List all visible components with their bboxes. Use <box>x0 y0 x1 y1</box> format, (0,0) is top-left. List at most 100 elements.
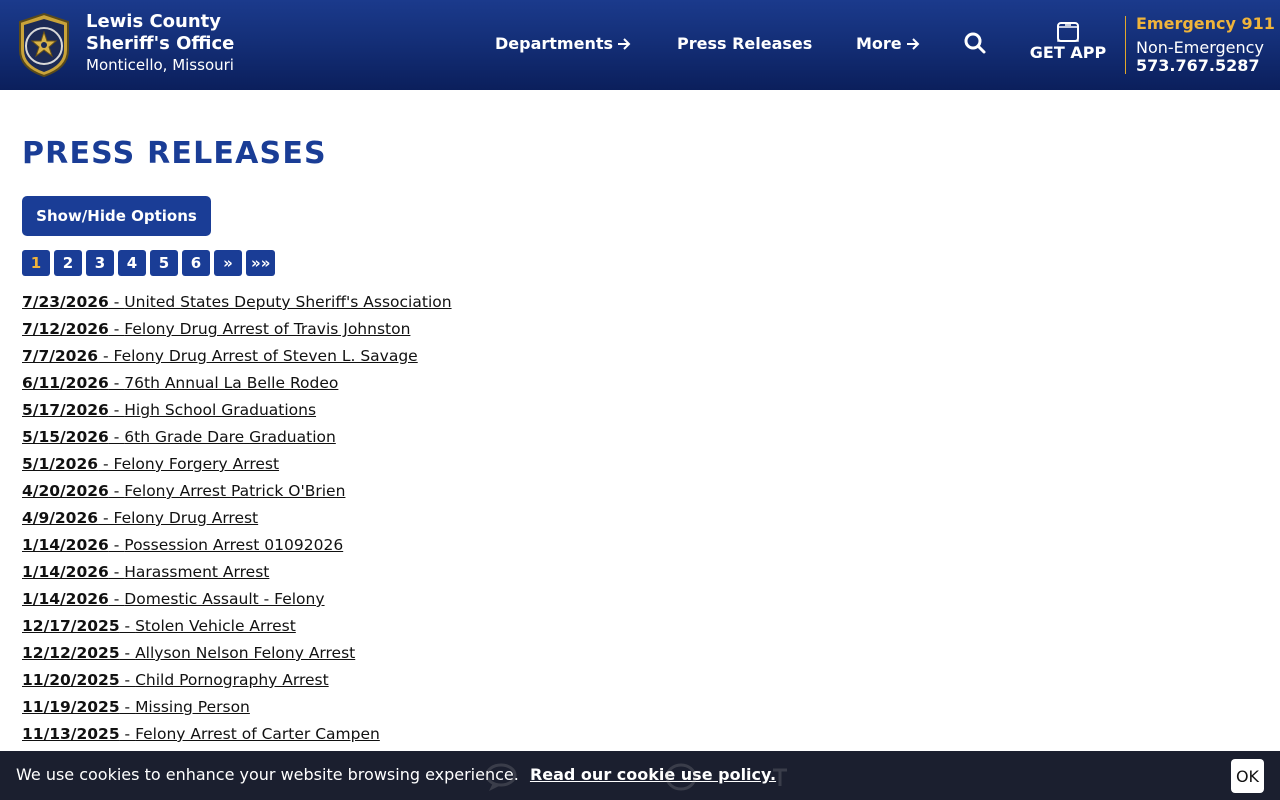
press-release-list: 7/23/2026 - United States Deputy Sheriff… <box>22 291 452 750</box>
get-app-label: GET APP <box>1029 43 1107 62</box>
list-item: 4/20/2026 - Felony Arrest Patrick O'Brie… <box>22 480 452 507</box>
list-item: 5/15/2026 - 6th Grade Dare Graduation <box>22 426 452 453</box>
release-title: Possession Arrest 01092026 <box>124 536 344 554</box>
press-release-link[interactable]: 6/11/2026 - 76th Annual La Belle Rodeo <box>22 374 338 392</box>
site-brand[interactable]: Lewis County Sheriff's Office Monticello… <box>86 11 234 75</box>
release-title: Harassment Arrest <box>124 563 270 581</box>
list-item: 4/9/2026 - Felony Drug Arrest <box>22 507 452 534</box>
release-date: 12/17/2025 <box>22 617 120 635</box>
nav-more[interactable]: More <box>856 34 920 53</box>
release-date: 5/15/2026 <box>22 428 109 446</box>
list-item: 7/23/2026 - United States Deputy Sheriff… <box>22 291 452 318</box>
page-link-6[interactable]: 6 <box>182 250 210 276</box>
release-title: Stolen Vehicle Arrest <box>135 617 296 635</box>
press-release-link[interactable]: 4/20/2026 - Felony Arrest Patrick O'Brie… <box>22 482 345 500</box>
page-link-3[interactable]: 3 <box>86 250 114 276</box>
release-title: Felony Arrest Patrick O'Brien <box>124 482 346 500</box>
list-item: 5/1/2026 - Felony Forgery Arrest <box>22 453 452 480</box>
release-date: 5/17/2026 <box>22 401 109 419</box>
release-date: 12/12/2025 <box>22 644 120 662</box>
brand-name-line2: Sheriff's Office <box>86 33 235 54</box>
release-date: 11/19/2025 <box>22 698 120 716</box>
page-link-7[interactable]: » <box>214 250 242 276</box>
press-release-link[interactable]: 1/14/2026 - Harassment Arrest <box>22 563 269 581</box>
cookie-text: We use cookies to enhance your website b… <box>16 765 519 784</box>
page-link-2[interactable]: 2 <box>54 250 82 276</box>
press-release-link[interactable]: 11/19/2025 - Missing Person <box>22 698 250 716</box>
release-date: 6/11/2026 <box>22 374 109 392</box>
release-date: 11/20/2025 <box>22 671 120 689</box>
press-release-link[interactable]: 4/9/2026 - Felony Drug Arrest <box>22 509 258 527</box>
nav-departments-label: Departments <box>495 34 614 53</box>
press-release-link[interactable]: 11/20/2025 - Child Pornography Arrest <box>22 671 329 689</box>
list-item: 1/14/2026 - Domestic Assault - Felony <box>22 588 452 615</box>
press-release-link[interactable]: 7/23/2026 - United States Deputy Sheriff… <box>22 293 452 311</box>
list-item: 5/17/2026 - High School Graduations <box>22 399 452 426</box>
release-date: 1/14/2026 <box>22 590 109 608</box>
non-emergency-label: Non-Emergency <box>1136 38 1264 57</box>
release-date: 1/14/2026 <box>22 536 109 554</box>
release-date: 7/23/2026 <box>22 293 109 311</box>
release-date: 7/12/2026 <box>22 320 109 338</box>
list-item: 7/12/2026 - Felony Drug Arrest of Travis… <box>22 318 452 345</box>
list-item: 12/17/2025 - Stolen Vehicle Arrest <box>22 615 452 642</box>
list-item: 11/20/2025 - Child Pornography Arrest <box>22 669 452 696</box>
press-release-link[interactable]: 1/14/2026 - Domestic Assault - Felony <box>22 590 325 608</box>
list-item: 11/13/2025 - Felony Arrest of Carter Cam… <box>22 723 452 750</box>
emergency-number[interactable]: Emergency 911 <box>1136 14 1275 33</box>
release-date: 11/13/2025 <box>22 725 120 743</box>
list-item: 7/7/2026 - Felony Drug Arrest of Steven … <box>22 345 452 372</box>
press-release-link[interactable]: 7/7/2026 - Felony Drug Arrest of Steven … <box>22 347 418 365</box>
brand-name-line1: Lewis County <box>86 11 221 32</box>
release-title: Felony Drug Arrest of Steven L. Savage <box>113 347 418 365</box>
release-title: Allyson Nelson Felony Arrest <box>135 644 356 662</box>
release-date: 1/14/2026 <box>22 563 109 581</box>
release-title: Felony Drug Arrest of Travis Johnston <box>124 320 411 338</box>
nav-press-releases[interactable]: Press Releases <box>677 34 812 53</box>
press-release-link[interactable]: 7/12/2026 - Felony Drug Arrest of Travis… <box>22 320 410 338</box>
tip-chat-icon <box>485 763 787 791</box>
press-release-link[interactable]: 12/17/2025 - Stolen Vehicle Arrest <box>22 617 296 635</box>
brand-location: Monticello, Missouri <box>86 56 234 74</box>
page-link-5[interactable]: 5 <box>150 250 178 276</box>
press-release-link[interactable]: 1/14/2026 - Possession Arrest 01092026 <box>22 536 343 554</box>
press-release-link[interactable]: 5/17/2026 - High School Graduations <box>22 401 316 419</box>
page-link-4[interactable]: 4 <box>118 250 146 276</box>
release-title: High School Graduations <box>124 401 317 419</box>
list-item: 6/11/2026 - 76th Annual La Belle Rodeo <box>22 372 452 399</box>
nav-more-label: More <box>856 34 902 53</box>
page-link-1[interactable]: 1 <box>22 250 50 276</box>
release-title: Felony Arrest of Carter Campen <box>135 725 380 743</box>
release-title: Felony Drug Arrest <box>113 509 259 527</box>
release-title: 6th Grade Dare Graduation <box>124 428 336 446</box>
press-release-link[interactable]: 12/12/2025 - Allyson Nelson Felony Arres… <box>22 644 355 662</box>
list-item: 1/14/2026 - Harassment Arrest <box>22 561 452 588</box>
release-date: 7/7/2026 <box>22 347 99 365</box>
non-emergency-phone[interactable]: 573.767.5287 <box>1136 56 1259 75</box>
site-header: Lewis County Sheriff's Office Monticello… <box>0 0 1280 90</box>
release-date: 5/1/2026 <box>22 455 99 473</box>
search-icon[interactable] <box>963 31 987 55</box>
press-release-link[interactable]: 11/13/2025 - Felony Arrest of Carter Cam… <box>22 725 380 743</box>
release-title: 76th Annual La Belle Rodeo <box>124 374 339 392</box>
release-date: 4/20/2026 <box>22 482 109 500</box>
sheriff-badge-icon[interactable] <box>16 12 72 78</box>
cookie-ok-button[interactable]: OK <box>1231 759 1264 793</box>
nav-press-releases-label: Press Releases <box>677 34 813 53</box>
release-title: United States Deputy Sheriff's Associati… <box>124 293 452 311</box>
pagination: 1 2 3 4 5 6»»» <box>22 250 276 276</box>
nav-departments[interactable]: Departments <box>495 34 631 53</box>
page-title: PRESS RELEASES <box>22 136 327 171</box>
release-title: Child Pornography Arrest <box>135 671 329 689</box>
press-release-link[interactable]: 5/15/2026 - 6th Grade Dare Graduation <box>22 428 336 446</box>
release-date: 4/9/2026 <box>22 509 99 527</box>
arrow-right-icon <box>618 37 631 50</box>
header-divider <box>1125 16 1126 74</box>
release-title: Domestic Assault - Felony <box>124 590 325 608</box>
press-release-link[interactable]: 5/1/2026 - Felony Forgery Arrest <box>22 455 279 473</box>
page-link-8[interactable]: »» <box>246 250 276 276</box>
release-title: Felony Forgery Arrest <box>113 455 280 473</box>
get-app-button[interactable]: GET APP <box>1029 22 1107 62</box>
show-hide-options-button[interactable]: Show/Hide Options <box>22 196 211 236</box>
arrow-right-icon <box>906 37 920 50</box>
